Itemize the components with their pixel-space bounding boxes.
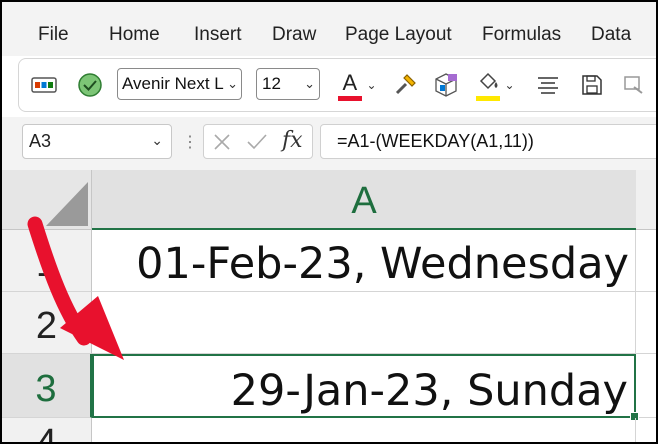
cell-b1[interactable] bbox=[636, 230, 656, 292]
font-color-icon: A bbox=[337, 68, 363, 102]
name-box-value: A3 bbox=[29, 131, 52, 151]
align-lines-icon bbox=[538, 77, 558, 94]
clear-format-button[interactable] bbox=[617, 59, 651, 111]
font-size-value: 12 bbox=[262, 74, 281, 93]
column-header-a[interactable]: A bbox=[92, 170, 636, 230]
font-name-value: Avenir Next L bbox=[122, 74, 224, 93]
name-box[interactable]: A3 ⌄ bbox=[22, 124, 172, 159]
cell-a1[interactable]: 01-Feb-23, Wednesday bbox=[92, 230, 636, 292]
select-all-triangle-icon bbox=[46, 182, 88, 226]
row-header-2[interactable]: 2 bbox=[2, 292, 92, 354]
menu-bar: File Home Insert Draw Page Layout Formul… bbox=[2, 2, 656, 56]
paint-bucket-icon bbox=[475, 68, 501, 102]
enter-check-icon[interactable] bbox=[246, 132, 268, 152]
save-icon bbox=[582, 75, 602, 95]
row-header-1[interactable]: 1 bbox=[2, 230, 92, 292]
drag-handle-icon[interactable]: ⋮ bbox=[182, 132, 198, 152]
chevron-down-icon: ⌄ bbox=[504, 78, 515, 92]
formula-text: =A1-(WEEKDAY(A1,11)) bbox=[337, 131, 534, 151]
insert-function-icon[interactable]: fx bbox=[282, 128, 303, 153]
row-header-3[interactable]: 3 bbox=[2, 354, 92, 418]
check-circle-icon bbox=[78, 73, 102, 97]
font-size-select[interactable]: 12 ⌄ bbox=[256, 68, 320, 100]
menu-draw[interactable]: Draw bbox=[272, 24, 316, 46]
menu-home[interactable]: Home bbox=[109, 24, 160, 46]
check-button[interactable] bbox=[73, 59, 107, 111]
menu-page-layout[interactable]: Page Layout bbox=[345, 24, 452, 46]
formula-input[interactable]: =A1-(WEEKDAY(A1,11)) bbox=[320, 124, 656, 159]
cube-icon bbox=[435, 73, 457, 97]
cell-b3[interactable] bbox=[636, 354, 656, 418]
chevron-down-icon: ⌄ bbox=[227, 76, 238, 91]
select-all-corner[interactable] bbox=[2, 170, 92, 230]
clear-format-icon bbox=[624, 76, 643, 94]
table-format-icon bbox=[31, 77, 57, 93]
font-name-select[interactable]: Avenir Next L ⌄ bbox=[117, 68, 242, 100]
cell-b2[interactable] bbox=[636, 292, 656, 354]
cell-styles-button[interactable] bbox=[429, 59, 463, 111]
save-format-button[interactable] bbox=[575, 59, 609, 111]
menu-data[interactable]: Data bbox=[591, 24, 631, 46]
format-painter-button[interactable] bbox=[389, 59, 421, 111]
table-format-button[interactable] bbox=[29, 59, 59, 111]
cancel-icon[interactable] bbox=[212, 132, 232, 152]
formula-actions: fx bbox=[203, 124, 313, 159]
fill-color-button[interactable]: ⌄ bbox=[471, 59, 519, 111]
ribbon-toolbar: Avenir Next L ⌄ 12 ⌄ A ⌄ ⌄ bbox=[18, 58, 656, 112]
cell-a3[interactable]: 29-Jan-23, Sunday bbox=[92, 354, 636, 418]
column-header-b[interactable] bbox=[636, 170, 656, 230]
cell-a2[interactable] bbox=[92, 292, 636, 354]
menu-insert[interactable]: Insert bbox=[194, 24, 242, 46]
menu-file[interactable]: File bbox=[38, 24, 69, 46]
font-color-button[interactable]: A ⌄ bbox=[333, 59, 381, 111]
menu-formulas[interactable]: Formulas bbox=[482, 24, 561, 46]
align-button[interactable] bbox=[531, 59, 565, 111]
excel-window: File Home Insert Draw Page Layout Formul… bbox=[0, 0, 658, 444]
format-painter-icon bbox=[395, 74, 416, 95]
chevron-down-icon: ⌄ bbox=[151, 132, 163, 148]
chevron-down-icon: ⌄ bbox=[304, 76, 315, 91]
row-header-4[interactable]: 4 bbox=[2, 418, 92, 442]
chevron-down-icon: ⌄ bbox=[366, 78, 377, 92]
font-color-letter: A bbox=[342, 70, 358, 95]
cell-a4[interactable] bbox=[92, 418, 636, 442]
